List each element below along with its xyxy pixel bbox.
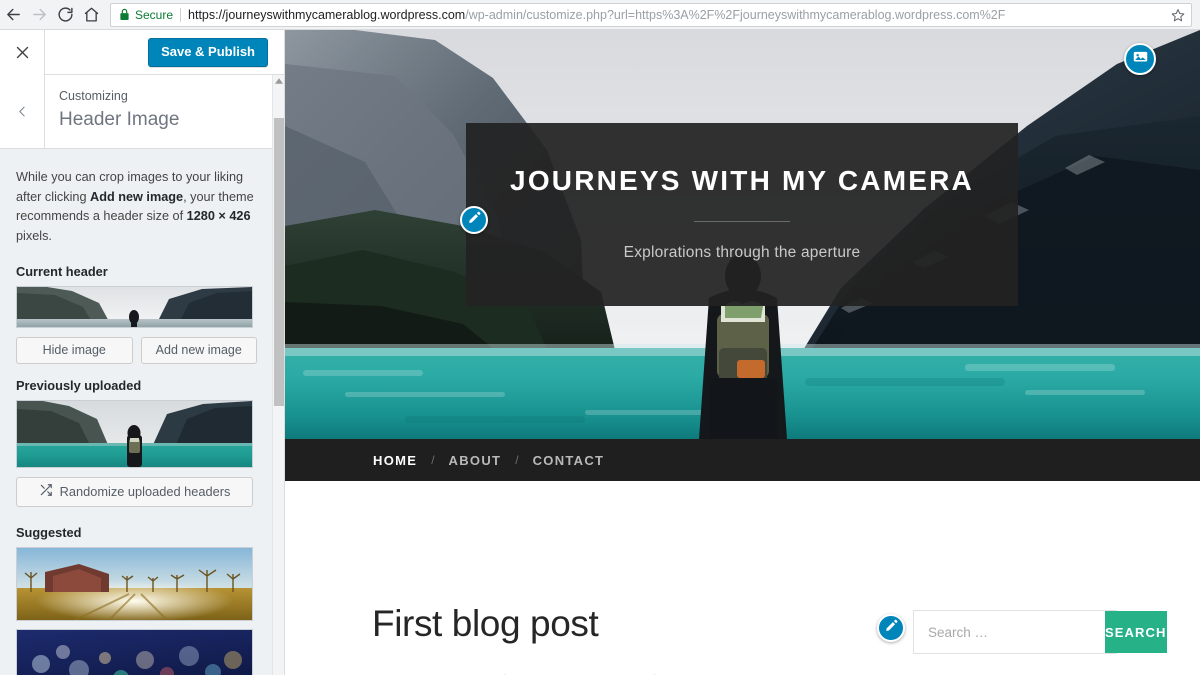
desc-bold-add-new-image: Add new image — [90, 189, 184, 204]
suggested-header-thumbnail-2[interactable] — [16, 628, 253, 675]
suggested-header-thumbnail-1[interactable] — [16, 546, 253, 621]
scroll-up-arrow-icon[interactable] — [273, 75, 284, 87]
randomize-uploaded-headers-button[interactable]: Randomize uploaded headers — [16, 476, 253, 507]
previously-uploaded-thumbnail[interactable] — [16, 399, 253, 468]
lock-icon — [119, 8, 130, 21]
header-image-description: While you can crop images to your liking… — [16, 168, 257, 247]
close-customizer-button[interactable] — [0, 30, 45, 75]
nav-item-about[interactable]: ABOUT — [449, 453, 502, 468]
site-content: First blog post JANUARY 26, 2017/LEAVE A… — [285, 481, 1200, 675]
star-icon[interactable] — [1171, 8, 1185, 22]
save-and-publish-button[interactable]: Save & Publish — [148, 38, 268, 67]
desc-recommended-size: 1280 × 426 — [186, 209, 251, 224]
add-new-image-button[interactable]: Add new image — [140, 336, 257, 364]
current-header-thumbnail[interactable] — [16, 285, 253, 328]
site-branding: JOURNEYS WITH MY CAMERA Explorations thr… — [466, 123, 1018, 306]
nav-item-home[interactable]: HOME — [373, 453, 417, 468]
url-path: /wp-admin/customize.php?url=https%3A%2F%… — [465, 7, 1006, 22]
address-bar[interactable]: Secure https://journeyswithmycamerablog.… — [110, 2, 1192, 27]
site-header: JOURNEYS WITH MY CAMERA Explorations thr… — [285, 30, 1200, 439]
secure-label: Secure — [135, 7, 174, 22]
home-button[interactable] — [78, 2, 104, 28]
site-preview: JOURNEYS WITH MY CAMERA Explorations thr… — [285, 30, 1200, 675]
previously-uploaded-label: Previously uploaded — [16, 377, 142, 393]
customizer-section-body: While you can crop images to your liking… — [0, 150, 273, 675]
customizer-section-header: Customizing Header Image — [0, 75, 284, 149]
header-image-actions: Hide image Add new image — [16, 336, 257, 364]
current-header-label: Current header — [16, 263, 108, 279]
desc-part-3: pixels. — [16, 229, 52, 244]
search-input[interactable] — [914, 611, 1105, 653]
edit-site-title-shortcut[interactable] — [460, 206, 488, 234]
shuffle-icon — [39, 483, 53, 500]
search-button[interactable]: SEARCH — [1105, 611, 1167, 653]
nav-separator: / — [431, 453, 435, 467]
section-title-block: Customizing Header Image — [45, 75, 179, 148]
pencil-icon — [468, 211, 481, 229]
image-icon — [1132, 48, 1149, 70]
title-divider — [694, 221, 790, 222]
customizer-scrollbar[interactable] — [272, 75, 284, 675]
back-to-sections-button[interactable] — [0, 75, 45, 148]
back-button[interactable] — [0, 2, 26, 28]
omnibox-divider — [180, 7, 182, 22]
url-text: https://journeyswithmycamerablog.wordpre… — [188, 8, 1167, 22]
browser-toolbar: Secure https://journeyswithmycamerablog.… — [0, 0, 1200, 30]
customizing-eyebrow: Customizing — [59, 89, 128, 103]
hide-image-button[interactable]: Hide image — [16, 336, 133, 364]
pencil-icon — [885, 619, 898, 637]
forward-button[interactable] — [26, 2, 52, 28]
page-title: Header Image — [59, 108, 180, 130]
customizer-header-bar: Save & Publish — [0, 30, 284, 75]
nav-item-contact[interactable]: CONTACT — [533, 453, 605, 468]
site-title: JOURNEYS WITH MY CAMERA — [510, 165, 974, 196]
randomize-label: Randomize uploaded headers — [59, 484, 231, 500]
site-navigation: HOME / ABOUT / CONTACT — [285, 439, 1200, 481]
reload-button[interactable] — [52, 2, 78, 28]
search-form: SEARCH — [913, 610, 1167, 654]
site-tagline: Explorations through the aperture — [623, 244, 861, 261]
suggested-label: Suggested — [16, 524, 82, 540]
customizer-scrollbar-thumb[interactable] — [274, 118, 284, 406]
nav-separator: / — [515, 453, 519, 467]
edit-search-widget-shortcut[interactable] — [877, 614, 905, 642]
edit-header-image-shortcut[interactable] — [1124, 43, 1156, 75]
customizer-panel: Save & Publish Customizing Header Image … — [0, 30, 285, 675]
post-title[interactable]: First blog post — [372, 605, 599, 642]
url-host: https://journeyswithmycamerablog.wordpre… — [188, 7, 466, 22]
